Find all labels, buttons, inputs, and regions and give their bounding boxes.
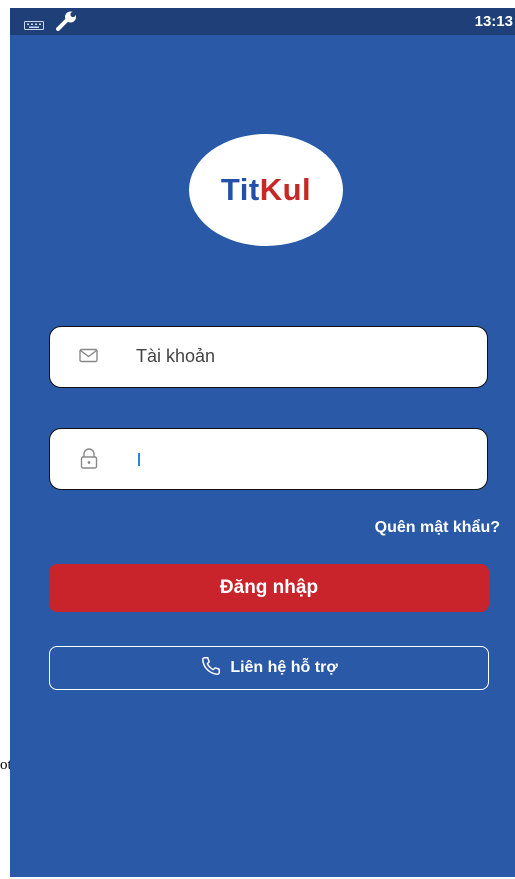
logo-text-part2: Kul: [259, 172, 312, 207]
app-screen: 13:13 TitKul Tài khoản Quên mật khẩu? Đă…: [10, 8, 515, 877]
logo-text-part1: Tit: [220, 172, 260, 207]
app-logo: TitKul: [189, 134, 343, 246]
login-button[interactable]: Đăng nhập: [49, 564, 489, 612]
keyboard-icon: [24, 17, 44, 35]
status-bar: 13:13: [10, 8, 515, 35]
password-field[interactable]: [49, 428, 488, 490]
phone-icon: [200, 655, 222, 682]
wrench-icon: [56, 11, 78, 36]
lock-icon: [78, 447, 100, 476]
forgot-password-link[interactable]: Quên mật khẩu?: [375, 519, 500, 537]
text-cursor: [138, 453, 140, 466]
contact-support-button[interactable]: Liên hệ hỗ trợ: [49, 646, 489, 690]
mail-icon: [78, 345, 100, 372]
username-field[interactable]: Tài khoản: [49, 326, 488, 388]
username-placeholder: Tài khoản: [136, 346, 216, 366]
status-time: 13:13: [474, 13, 513, 30]
contact-support-label: Liên hệ hỗ trợ: [230, 659, 338, 676]
